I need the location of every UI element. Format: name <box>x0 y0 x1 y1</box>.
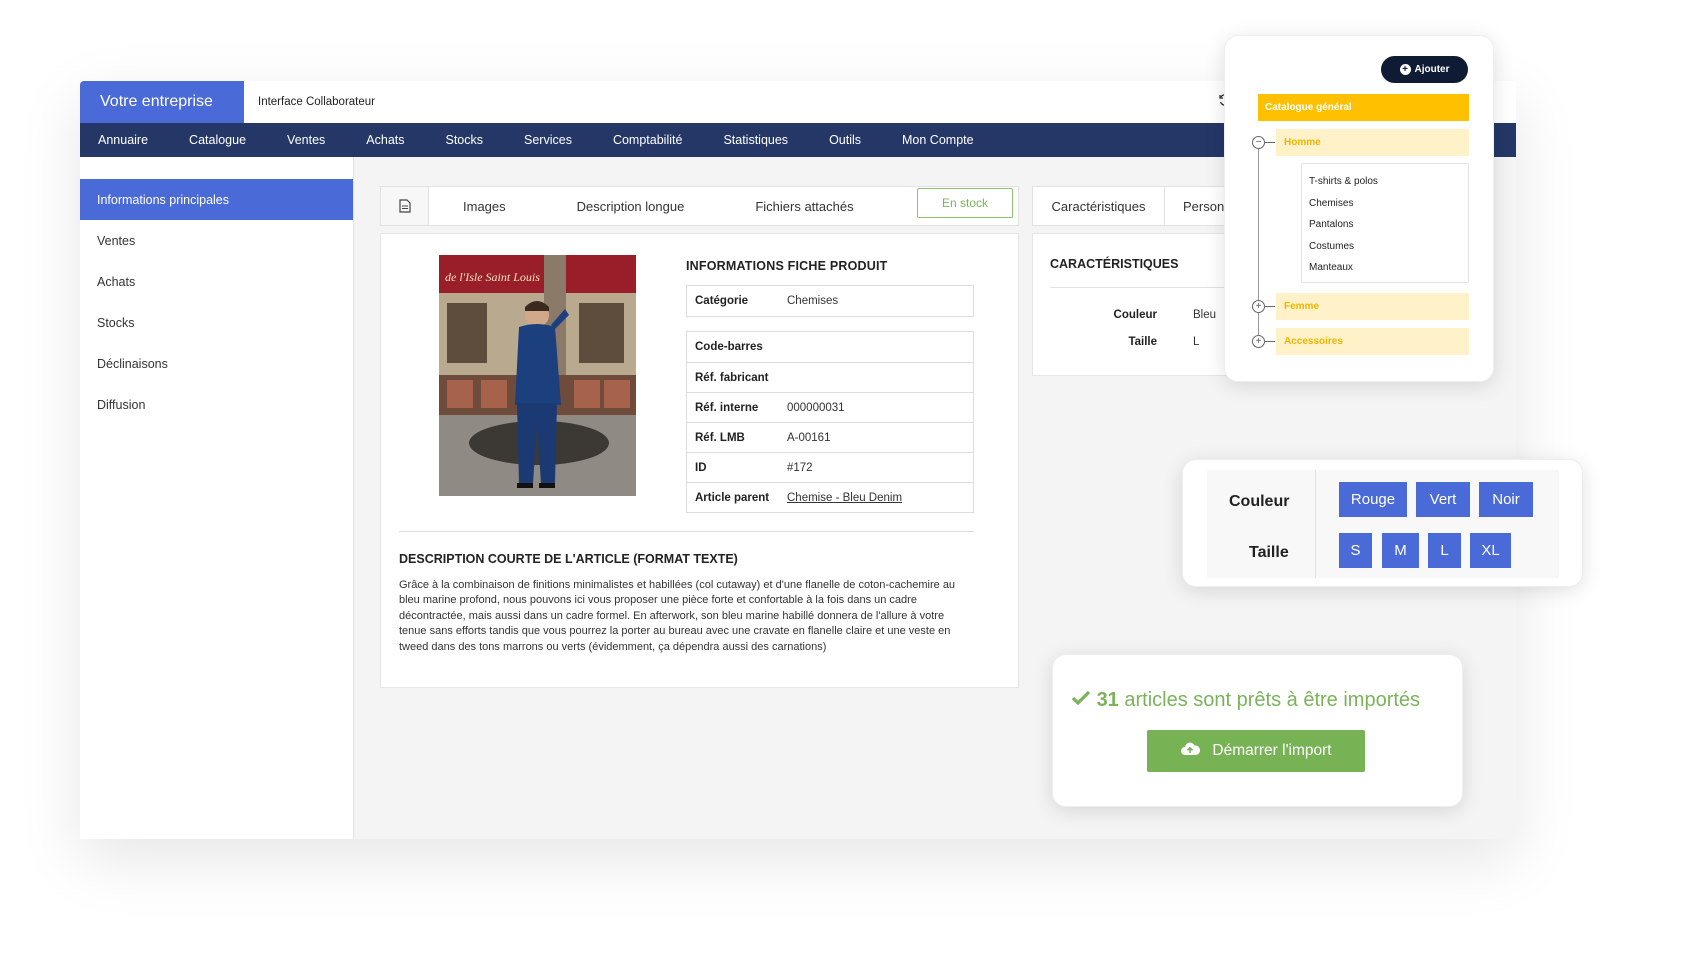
info-value: Chemises <box>787 295 839 307</box>
carac-value: L <box>1193 336 1200 348</box>
info-fiche-title: INFORMATIONS FICHE PRODUIT <box>686 259 888 273</box>
size-chip-m[interactable]: M <box>1382 533 1419 568</box>
sidebar-item-ventes[interactable]: Ventes <box>80 220 353 261</box>
subcategory-item[interactable]: Pantalons <box>1302 214 1468 236</box>
size-chip-l[interactable]: L <box>1428 533 1461 568</box>
category-root[interactable]: Catalogue général <box>1258 94 1469 121</box>
photo-sign-text: de l'Isle Saint Louis <box>445 270 540 284</box>
carac-value: Bleu <box>1193 309 1217 321</box>
color-chip-rouge[interactable]: Rouge <box>1339 482 1407 517</box>
carac-label: Couleur <box>1113 309 1157 321</box>
product-photo: de l'Isle Saint Louis <box>439 255 636 496</box>
expand-icon[interactable]: + <box>1252 300 1265 313</box>
check-icon <box>1071 689 1097 711</box>
article-parent-link[interactable]: Chemise - Bleu Denim <box>787 492 902 504</box>
info-label: Catégorie <box>695 295 749 307</box>
subcategory-item[interactable]: T-shirts & polos <box>1302 171 1468 193</box>
cloud-upload-icon <box>1180 742 1201 761</box>
stock-badge: En stock <box>917 188 1013 218</box>
sidebar-item-stocks[interactable]: Stocks <box>80 302 353 343</box>
table-row: ID #172 <box>687 452 973 482</box>
size-chip-s[interactable]: S <box>1339 533 1372 568</box>
import-card: 31 articles sont prêts à être importés D… <box>1052 654 1463 807</box>
sidebar-item-declinaisons[interactable]: Déclinaisons <box>80 343 353 384</box>
info-label: ID <box>695 461 707 474</box>
size-chip-xl[interactable]: XL <box>1470 533 1511 568</box>
sidebar-item-achats[interactable]: Achats <box>80 261 353 302</box>
start-import-label: Démarrer l'import <box>1212 742 1332 759</box>
nav-services[interactable]: Services <box>524 133 572 147</box>
category-accessoires[interactable]: Accessoires <box>1276 328 1469 355</box>
refs-table: Code-barres Réf. fabricant Réf. interne … <box>686 331 974 513</box>
info-label: Article parent <box>695 491 770 504</box>
category-tree-card: + Ajouter Catalogue général − Homme T-sh… <box>1224 35 1494 382</box>
tab-images[interactable]: Images <box>463 199 506 214</box>
table-row: Code-barres <box>687 332 973 362</box>
nav-annuaire[interactable]: Annuaire <box>98 133 148 147</box>
divider <box>399 531 974 532</box>
info-label: Réf. LMB <box>695 431 745 444</box>
info-label: Réf. interne <box>695 401 759 414</box>
subcategory-item[interactable]: Chemises <box>1302 193 1468 215</box>
interface-subtitle: Interface Collaborateur <box>258 96 375 108</box>
divider <box>1315 470 1316 578</box>
color-chip-noir[interactable]: Noir <box>1479 482 1533 517</box>
tab-fichiers-attaches[interactable]: Fichiers attachés <box>755 199 853 214</box>
category-table: Catégorie Chemises <box>686 285 974 317</box>
sidebar-item-informations-principales[interactable]: Informations principales <box>80 179 353 220</box>
info-label: Code-barres <box>695 341 763 353</box>
subcategory-item[interactable]: Manteaux <box>1302 257 1468 279</box>
tab-caracteristiques[interactable]: Caractéristiques <box>1033 187 1165 225</box>
table-row: Réf. interne 000000031 <box>687 392 973 422</box>
collapse-icon[interactable]: − <box>1252 136 1265 149</box>
color-chip-vert[interactable]: Vert <box>1416 482 1470 517</box>
nav-mon-compte[interactable]: Mon Compte <box>902 133 974 147</box>
brand-logo[interactable]: Votre entreprise <box>80 81 244 123</box>
plus-icon: + <box>1399 64 1411 75</box>
nav-catalogue[interactable]: Catalogue <box>189 133 246 147</box>
tab-description-longue[interactable]: Description longue <box>577 199 685 214</box>
subcategory-item[interactable]: Costumes <box>1302 236 1468 258</box>
table-row: Réf. LMB A-00161 <box>687 422 973 452</box>
table-row: Réf. fabricant <box>687 362 973 392</box>
nav-outils[interactable]: Outils <box>829 133 861 147</box>
add-category-button[interactable]: + Ajouter <box>1381 56 1468 83</box>
import-message: 31 articles sont prêts à être importés <box>1071 689 1420 712</box>
product-card: de l'Isle Saint Louis INFORMATIONS FICHE… <box>380 233 1019 688</box>
info-row-categorie: Catégorie Chemises <box>687 286 973 316</box>
tree-dash <box>1265 341 1275 342</box>
info-value: A-00161 <box>787 431 831 444</box>
caracteristiques-title: CARACTÉRISTIQUES <box>1050 257 1179 271</box>
variants-card: Couleur Taille Rouge Vert Noir S M L XL <box>1182 459 1583 587</box>
nav-ventes[interactable]: Ventes <box>287 133 325 147</box>
couleur-label: Couleur <box>1229 493 1290 510</box>
info-label: Réf. fabricant <box>695 371 769 384</box>
import-count: 31 <box>1096 689 1119 711</box>
sidebar: Informations principales Ventes Achats S… <box>80 157 354 839</box>
carac-label: Taille <box>1128 336 1157 348</box>
tree-dash <box>1265 306 1275 307</box>
tree-dash <box>1265 142 1275 143</box>
category-homme[interactable]: Homme <box>1276 129 1469 156</box>
add-button-label: Ajouter <box>1414 64 1450 75</box>
nav-achats[interactable]: Achats <box>366 133 404 147</box>
category-femme[interactable]: Femme <box>1276 293 1469 320</box>
info-value: #172 <box>787 461 813 474</box>
product-tabs: Images Description longue Fichiers attac… <box>380 186 1019 226</box>
nav-stocks[interactable]: Stocks <box>446 133 484 147</box>
homme-subcategories: T-shirts & polos Chemises Pantalons Cost… <box>1301 163 1469 283</box>
start-import-button[interactable]: Démarrer l'import <box>1147 730 1365 772</box>
sidebar-item-diffusion[interactable]: Diffusion <box>80 384 353 425</box>
info-value: 000000031 <box>787 401 845 414</box>
expand-icon[interactable]: + <box>1252 335 1265 348</box>
nav-statistiques[interactable]: Statistiques <box>723 133 788 147</box>
description-title: DESCRIPTION COURTE DE L'ARTICLE (FORMAT … <box>399 552 738 566</box>
nav-comptabilite[interactable]: Comptabilité <box>613 133 682 147</box>
import-text: articles sont prêts à être importés <box>1124 689 1421 711</box>
description-text: Grâce à la combinaison de finitions mini… <box>399 579 956 653</box>
table-row: Article parent Chemise - Bleu Denim <box>687 482 973 512</box>
taille-label: Taille <box>1249 544 1289 561</box>
document-icon[interactable] <box>381 187 429 225</box>
